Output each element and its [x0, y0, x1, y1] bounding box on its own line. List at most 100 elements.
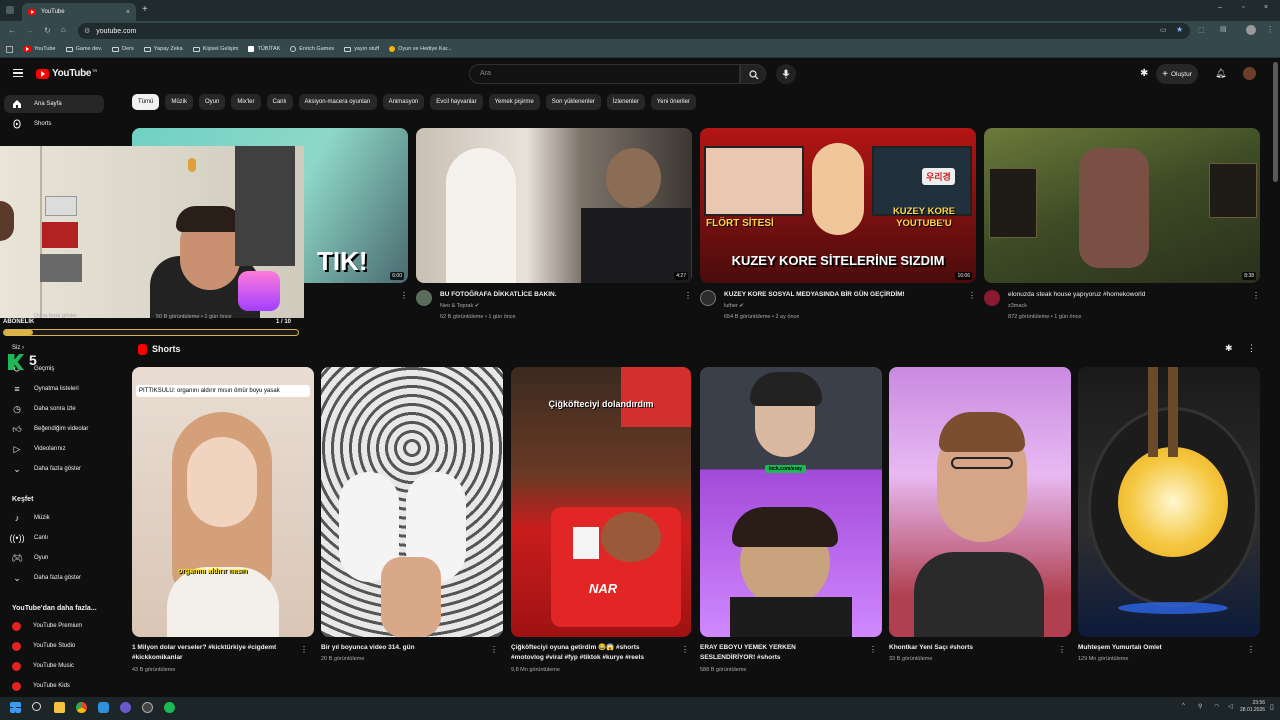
- video-thumbnail[interactable]: 4:27: [416, 128, 692, 283]
- video-menu-icon[interactable]: ⋮: [684, 291, 692, 300]
- short-title[interactable]: 1 Milyon dolar verseler? #kicktürkiye #c…: [132, 643, 302, 663]
- video-title[interactable]: BU FOTOĞRAFA DİKKATLİCE BAKIN.: [440, 291, 557, 298]
- short-menu-icon[interactable]: ⋮: [681, 645, 689, 654]
- sidebar-item-watch-later[interactable]: ◷ Daha sonra izle: [4, 400, 104, 418]
- sidebar-item-live[interactable]: ((•)) Canlı: [4, 529, 104, 547]
- user-avatar[interactable]: [1243, 67, 1256, 80]
- cast-icon[interactable]: ▭: [1160, 26, 1167, 34]
- short-title[interactable]: ERAY EBOYU YEMEK YERKEN: [700, 643, 796, 653]
- chip-recently-uploaded[interactable]: Son yüklenenler: [545, 94, 601, 110]
- page-scrollbar[interactable]: [1273, 62, 1278, 182]
- video-title[interactable]: elonuzda steak house yapıyoruz #homekowo…: [1008, 291, 1145, 298]
- close-window-icon[interactable]: ×: [1264, 4, 1268, 11]
- bookmark-tubitak[interactable]: TÜBİTAK: [248, 46, 280, 52]
- video-menu-icon[interactable]: ⋮: [400, 291, 408, 300]
- chip-mixes[interactable]: Mix'ler: [231, 94, 261, 110]
- chip-new-to-you[interactable]: Yeni öneriler: [650, 94, 696, 110]
- sidebar-item-liked[interactable]: 👍︎ Beğendiğim videolar: [4, 420, 104, 438]
- short-title[interactable]: Khontkar Yeni Saçı #shorts: [889, 643, 973, 653]
- shorts-settings-icon[interactable]: ✱: [1225, 343, 1233, 354]
- back-icon[interactable]: ←: [8, 26, 16, 35]
- channel-avatar[interactable]: [416, 290, 432, 306]
- sidebar-item-kids[interactable]: YouTube Kids: [4, 677, 104, 695]
- notifications-bell-icon[interactable]: 🔔︎: [1215, 68, 1226, 79]
- channel-name[interactable]: z3mack: [1008, 303, 1027, 309]
- sidebar-item-music[interactable]: ♪ Müzik: [4, 509, 104, 527]
- short-thumbnail[interactable]: kick.com/eray: [700, 367, 882, 637]
- video-title[interactable]: KUZEY KORE SOSYAL MEDYASINDA BİR GÜN GEÇ…: [724, 291, 905, 298]
- sidebar-item-playlists[interactable]: ≡ Oynatma listeleri: [4, 380, 104, 398]
- sidebar-item-home[interactable]: Ana Sayfa: [4, 95, 104, 113]
- channel-avatar[interactable]: [700, 290, 716, 306]
- bookmark-folder[interactable]: yayın stuff: [344, 46, 379, 52]
- short-thumbnail[interactable]: PITTIKSULU: organını aldırır mısın ömür …: [132, 367, 314, 637]
- chrome-icon[interactable]: [76, 702, 87, 713]
- short-thumbnail[interactable]: [1078, 367, 1260, 637]
- tray-chevron-icon[interactable]: ^: [1182, 703, 1185, 709]
- site-info-icon[interactable]: ⚙: [84, 27, 90, 35]
- browser-menu-icon[interactable]: ⋮: [1266, 25, 1274, 34]
- bookmark-star-icon[interactable]: ★: [1176, 25, 1183, 34]
- youtube-logo[interactable]: YouTube TR: [36, 68, 97, 79]
- bookmark-folder[interactable]: Ders: [112, 46, 134, 52]
- sidebar-item-gaming[interactable]: 🎮︎ Oyun: [4, 549, 104, 567]
- browser-tab[interactable]: YouTube ×: [22, 3, 136, 21]
- obs-icon[interactable]: [142, 702, 153, 713]
- sidebar-item-show-more[interactable]: ⌄ Daha fazla göster: [4, 460, 104, 478]
- voice-search-button[interactable]: [776, 64, 796, 84]
- bookmark-folder[interactable]: Kişisel Gelişim: [192, 46, 238, 52]
- short-title[interactable]: Muhteşem Yumurtalı Omlet: [1078, 643, 1162, 653]
- video-menu-icon[interactable]: ⋮: [1252, 291, 1260, 300]
- maximize-icon[interactable]: ▫: [1242, 4, 1244, 11]
- menu-hamburger-icon[interactable]: [13, 69, 23, 77]
- taskbar-search-icon[interactable]: [32, 702, 41, 711]
- chip-cooking[interactable]: Yemek pişirme: [488, 94, 540, 110]
- chip-action-adventure[interactable]: Aksiyon-macera oyunları: [298, 94, 377, 110]
- bookmark-gifts[interactable]: Oyun ve Hediye Kar...: [389, 46, 452, 52]
- bookmark-enrich[interactable]: Enrich Games: [290, 46, 334, 52]
- sidebar-item-studio[interactable]: YouTube Studio: [4, 637, 104, 655]
- shorts-menu-icon[interactable]: ⋮: [1247, 343, 1256, 354]
- gear-icon[interactable]: ✱: [1140, 68, 1148, 79]
- minimize-icon[interactable]: –: [1218, 4, 1222, 11]
- chip-gaming[interactable]: Oyun: [199, 94, 226, 110]
- address-bar[interactable]: ⚙ youtube.com: [78, 23, 1190, 39]
- notification-center-icon[interactable]: ▯: [1270, 703, 1274, 711]
- spotify-icon[interactable]: [164, 702, 175, 713]
- bookmark-folder[interactable]: Yapay Zeka: [143, 46, 183, 52]
- bookmark-folder[interactable]: Game dev.: [65, 46, 102, 52]
- forward-icon[interactable]: →: [26, 26, 34, 35]
- chip-all[interactable]: Tümü: [132, 94, 160, 110]
- short-menu-icon[interactable]: ⋮: [1058, 645, 1066, 654]
- sidepanel-icon[interactable]: ▤: [1220, 25, 1227, 33]
- reload-icon[interactable]: ↻: [44, 26, 51, 35]
- sidebar-item-explore-more[interactable]: ⌄ Daha fazla göster: [4, 569, 104, 587]
- volume-icon[interactable]: ◁: [1228, 703, 1233, 710]
- sidebar-item-your-videos[interactable]: ▷ Videolarınız: [4, 440, 104, 458]
- extensions-icon[interactable]: ⬚: [1198, 26, 1205, 34]
- short-menu-icon[interactable]: ⋮: [490, 645, 498, 654]
- discord-icon[interactable]: [120, 702, 131, 713]
- file-explorer-icon[interactable]: [54, 702, 65, 713]
- new-tab-icon[interactable]: +: [142, 4, 148, 15]
- channel-avatar[interactable]: [984, 290, 1000, 306]
- search-button[interactable]: [740, 64, 766, 84]
- search-input[interactable]: Ara: [469, 64, 740, 84]
- sidebar-item-premium[interactable]: YouTube Premium: [4, 617, 104, 635]
- home-browser-icon[interactable]: ⌂: [61, 25, 66, 34]
- short-thumbnail[interactable]: Çiğköfteciyi dolandırdım NAR: [511, 367, 691, 637]
- system-clock[interactable]: 23:56 28.01.2026: [1240, 700, 1265, 714]
- profile-avatar[interactable]: [1246, 25, 1256, 35]
- tab-search-icon[interactable]: [6, 6, 14, 14]
- chip-live[interactable]: Canlı: [266, 94, 293, 110]
- vscode-icon[interactable]: [98, 702, 109, 713]
- short-menu-icon[interactable]: ⋮: [1247, 645, 1255, 654]
- short-menu-icon[interactable]: ⋮: [869, 645, 877, 654]
- chip-pets[interactable]: Evcil hayvanlar: [430, 94, 483, 110]
- video-menu-icon[interactable]: ⋮: [968, 291, 976, 300]
- short-menu-icon[interactable]: ⋮: [300, 645, 308, 654]
- video-thumbnail[interactable]: 우리경 FLÖRT SİTESİ KUZEY KORE YOUTUBE'U KU…: [700, 128, 976, 283]
- mic-tray-icon[interactable]: ⚲: [1198, 703, 1202, 710]
- short-thumbnail[interactable]: [321, 367, 503, 637]
- chip-animation[interactable]: Animasyon: [382, 94, 425, 110]
